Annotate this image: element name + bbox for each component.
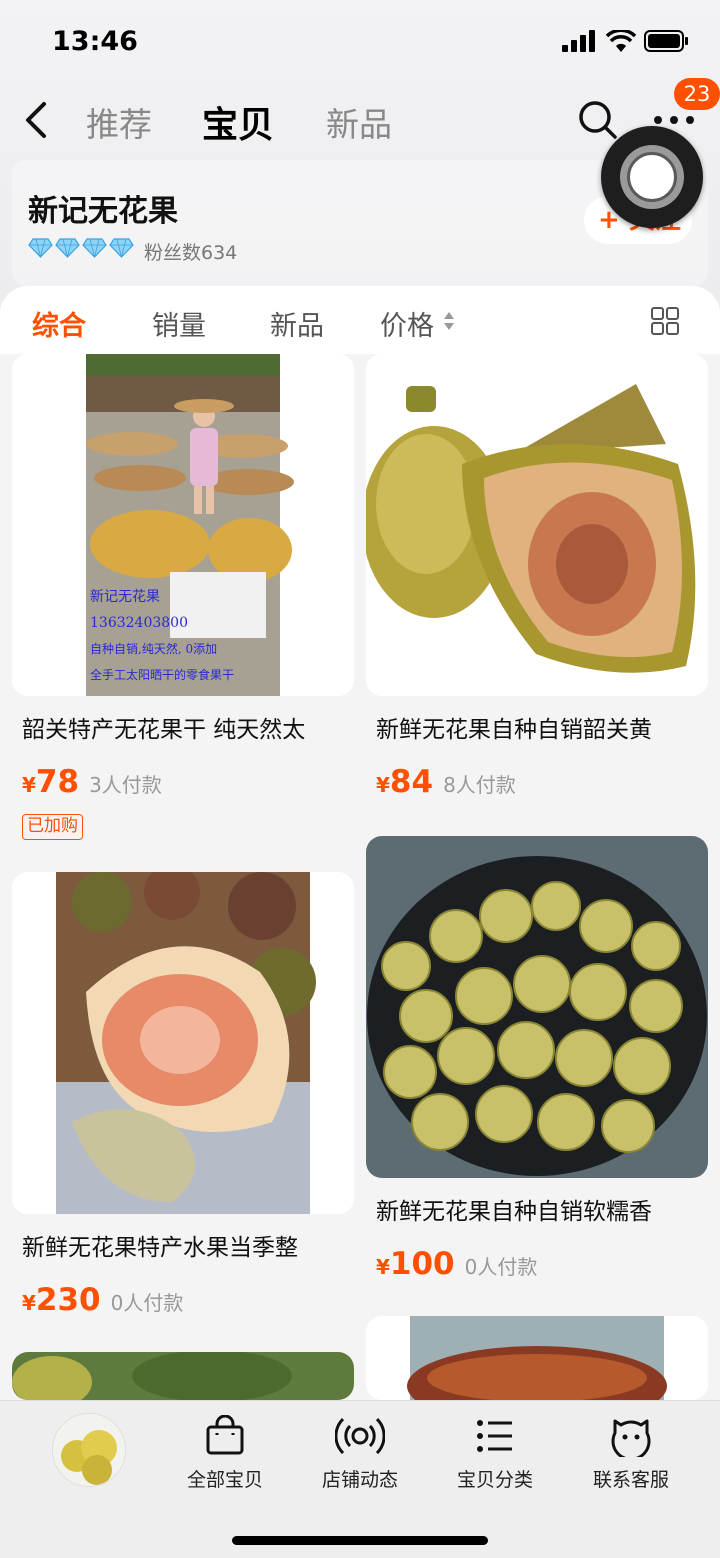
paid-count: 3人付款 bbox=[89, 773, 162, 797]
product-price: 78 bbox=[35, 764, 80, 800]
list-icon bbox=[477, 1420, 512, 1452]
product-image bbox=[12, 1352, 354, 1400]
search-icon bbox=[579, 101, 617, 139]
product-title: 新鲜无花果特产水果当季整 bbox=[22, 1235, 298, 1261]
diamond-icon bbox=[82, 238, 107, 258]
dried-fig-tray-photo bbox=[366, 1316, 708, 1400]
store-avatar[interactable] bbox=[52, 1413, 126, 1487]
image-caption-line: 新记无花果 bbox=[90, 589, 160, 605]
sort-bar: 综合 销量 新品 价格 bbox=[0, 286, 720, 354]
tab-customer-service[interactable]: 联系客服 bbox=[576, 1415, 686, 1492]
tab-label: 全部宝贝 bbox=[186, 1469, 263, 1491]
signal-icon bbox=[562, 30, 595, 52]
fresh-fig-photo bbox=[366, 354, 708, 696]
tab-all-items[interactable]: 全部宝贝 bbox=[170, 1415, 280, 1492]
tab-new[interactable]: 新品 bbox=[326, 98, 392, 146]
product-price: 84 bbox=[389, 764, 434, 800]
sort-sales[interactable]: 销量 bbox=[152, 304, 206, 343]
floating-record-button[interactable] bbox=[601, 126, 703, 228]
back-button[interactable] bbox=[22, 98, 52, 142]
product-price: 230 bbox=[35, 1282, 101, 1318]
price-row: ¥ 78 3人付款 bbox=[22, 764, 162, 800]
status-time: 13:46 bbox=[52, 26, 138, 57]
diamond-icon bbox=[109, 238, 134, 258]
fig-avatar-image bbox=[53, 1414, 125, 1486]
store-name: 新记无花果 bbox=[28, 194, 178, 229]
status-icons bbox=[562, 30, 690, 52]
product-image bbox=[366, 354, 708, 696]
paid-count: 8人付款 bbox=[443, 773, 516, 797]
currency-symbol: ¥ bbox=[22, 773, 36, 797]
tab-recommend[interactable]: 推荐 bbox=[86, 98, 152, 146]
paid-count: 0人付款 bbox=[110, 1291, 184, 1315]
wifi-icon bbox=[606, 30, 636, 52]
price-row: ¥ 100 0人付款 bbox=[376, 1246, 537, 1282]
tab-categories[interactable]: 宝贝分类 bbox=[440, 1415, 550, 1492]
battery-icon bbox=[644, 30, 688, 52]
record-core bbox=[627, 152, 677, 202]
currency-symbol: ¥ bbox=[376, 1255, 390, 1279]
price-row: ¥ 84 8人付款 bbox=[376, 764, 516, 800]
diamond-icon bbox=[28, 238, 53, 258]
paid-count: 0人付款 bbox=[464, 1255, 538, 1279]
search-button[interactable] bbox=[576, 98, 620, 142]
tab-label: 店铺动态 bbox=[321, 1469, 398, 1491]
grid-layout-icon[interactable] bbox=[650, 306, 680, 336]
message-badge: 23 bbox=[674, 78, 720, 110]
chat-face-icon bbox=[611, 1419, 651, 1457]
fans-count: 粉丝数634 bbox=[144, 242, 238, 264]
image-caption-line: 全手工太阳晒干的零食果干 bbox=[90, 668, 235, 682]
sort-new[interactable]: 新品 bbox=[270, 304, 324, 343]
product-image bbox=[366, 1316, 708, 1400]
sort-arrows-icon bbox=[444, 312, 454, 330]
store-rating-diamonds bbox=[28, 238, 134, 258]
tab-items[interactable]: 宝贝 bbox=[202, 96, 274, 148]
status-bar: 13:46 bbox=[0, 0, 720, 80]
sort-comprehensive[interactable]: 综合 bbox=[32, 304, 86, 343]
bag-icon bbox=[206, 1415, 244, 1455]
product-image: 新记无花果 13632403800 自种自销,纯天然, 0添加 全手工太阳晒干的… bbox=[12, 354, 354, 696]
added-to-cart-tag: 已加购 bbox=[22, 814, 83, 840]
product-price: 100 bbox=[389, 1246, 455, 1282]
back-arrow-icon bbox=[26, 102, 46, 138]
fig-bucket-photo bbox=[366, 836, 708, 1178]
tab-store-updates[interactable]: 店铺动态 bbox=[305, 1415, 415, 1492]
product-title: 新鲜无花果自种自销软糯香 bbox=[376, 1199, 652, 1225]
product-title: 新鲜无花果自种自销韶关黄 bbox=[376, 717, 652, 743]
currency-symbol: ¥ bbox=[22, 1291, 36, 1315]
diamond-icon bbox=[55, 238, 80, 258]
fig-halves-photo bbox=[12, 872, 354, 1214]
bottom-tab-bar: 全部宝贝 店铺动态 宝贝分类 联系客服 bbox=[0, 1400, 720, 1558]
tab-label: 宝贝分类 bbox=[456, 1469, 533, 1491]
currency-symbol: ¥ bbox=[376, 773, 390, 797]
product-image bbox=[12, 872, 354, 1214]
image-caption-line: 13632403800 bbox=[90, 615, 188, 631]
price-row: ¥ 230 0人付款 bbox=[22, 1282, 183, 1318]
fig-tree-photo bbox=[12, 1352, 354, 1400]
broadcast-icon bbox=[335, 1417, 385, 1455]
product-title: 韶关特产无花果干 纯天然太 bbox=[22, 717, 306, 743]
sort-price[interactable]: 价格 bbox=[380, 304, 434, 343]
tab-label: 联系客服 bbox=[592, 1469, 669, 1491]
home-indicator bbox=[232, 1536, 488, 1545]
product-image bbox=[366, 836, 708, 1178]
image-caption-line: 自种自销,纯天然, 0添加 bbox=[90, 642, 218, 656]
